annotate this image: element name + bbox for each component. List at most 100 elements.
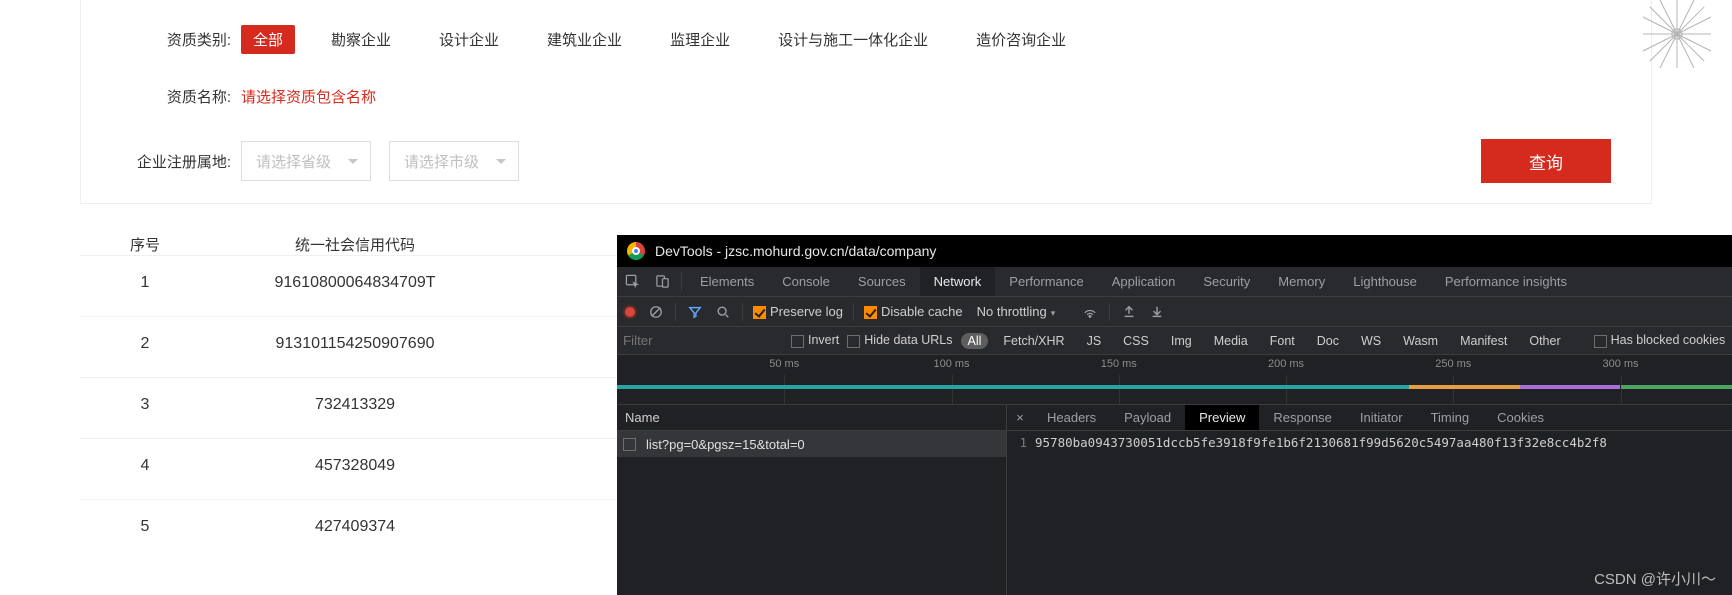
tab-sources[interactable]: Sources	[844, 267, 920, 296]
filter-type-all[interactable]: All	[961, 333, 989, 349]
filter-type-ws[interactable]: WS	[1354, 333, 1388, 349]
city-placeholder: 请选择市级	[404, 151, 479, 172]
province-select[interactable]: 请选择省级	[241, 141, 371, 181]
tab-lighthouse[interactable]: Lighthouse	[1339, 267, 1431, 296]
filter-type-img[interactable]: Img	[1164, 333, 1199, 349]
device-toggle-icon[interactable]	[647, 267, 677, 296]
qr-code-icon	[1627, 0, 1727, 68]
filter-type-fetchxhr[interactable]: Fetch/XHR	[996, 333, 1071, 349]
detail-tab-payload[interactable]: Payload	[1110, 405, 1185, 430]
clear-icon[interactable]	[647, 305, 665, 319]
detail-tabs: × Headers Payload Preview Response Initi…	[1007, 405, 1732, 431]
network-toolbar: Preserve log Disable cache No throttling	[617, 297, 1732, 327]
timeline-tick: 300 ms	[1602, 358, 1638, 370]
request-row[interactable]: list?pg=0&pgsz=15&total=0	[617, 431, 1006, 457]
filter-row-name: 资质名称: 请选择资质包含名称	[121, 86, 1631, 107]
cell-index: 1	[100, 274, 190, 298]
record-icon[interactable]	[623, 305, 637, 319]
close-detail-icon[interactable]: ×	[1007, 405, 1033, 430]
detail-tab-initiator[interactable]: Initiator	[1346, 405, 1417, 430]
cell-index: 4	[100, 457, 190, 481]
devtools-tabs: Elements Console Sources Network Perform…	[617, 267, 1732, 297]
filter-type-other[interactable]: Other	[1522, 333, 1567, 349]
filter-type-wasm[interactable]: Wasm	[1396, 333, 1445, 349]
region-label: 企业注册属地:	[121, 151, 231, 172]
search-button[interactable]: 查询	[1481, 139, 1611, 183]
request-checkbox[interactable]	[623, 438, 636, 451]
cell-code: 91610800064834709T	[190, 274, 520, 298]
name-value[interactable]: 请选择资质包含名称	[241, 86, 376, 107]
filter-type-font[interactable]: Font	[1263, 333, 1302, 349]
category-label: 资质类别:	[121, 29, 231, 50]
invert-label: Invert	[808, 333, 839, 347]
province-placeholder: 请选择省级	[256, 151, 331, 172]
filter-input[interactable]	[623, 331, 783, 350]
tab-performance-insights[interactable]: Performance insights	[1431, 267, 1581, 296]
tab-elements[interactable]: Elements	[686, 267, 768, 296]
filter-type-doc[interactable]: Doc	[1310, 333, 1346, 349]
filter-icon[interactable]	[686, 305, 704, 319]
cell-code: 457328049	[190, 457, 520, 481]
tab-performance[interactable]: Performance	[995, 267, 1097, 296]
request-list-header[interactable]: Name	[617, 405, 1006, 431]
tab-memory[interactable]: Memory	[1264, 267, 1339, 296]
cell-index: 2	[100, 335, 190, 359]
filter-row-region: 企业注册属地: 请选择省级 请选择市级 查询	[121, 139, 1631, 183]
cell-index: 5	[100, 518, 190, 542]
disable-cache-label: Disable cache	[881, 304, 963, 319]
devtools-panel: DevTools - jzsc.mohurd.gov.cn/data/compa…	[617, 235, 1732, 595]
detail-tab-preview[interactable]: Preview	[1185, 405, 1259, 430]
filter-type-js[interactable]: JS	[1080, 333, 1109, 349]
chrome-icon	[627, 242, 645, 260]
filter-panel: 资质类别: 全部 勘察企业 设计企业 建筑业企业 监理企业 设计与施工一体化企业…	[80, 0, 1652, 204]
category-survey[interactable]: 勘察企业	[319, 25, 403, 54]
filter-type-manifest[interactable]: Manifest	[1453, 333, 1514, 349]
timeline-tick: 50 ms	[769, 358, 799, 370]
tab-security[interactable]: Security	[1189, 267, 1264, 296]
timeline-bar	[617, 385, 1409, 389]
preview-text: 95780ba0943730051dccb5fe3918f9fe1b6f2130…	[1035, 435, 1607, 591]
hide-data-urls-label: Hide data URLs	[864, 333, 952, 347]
cell-code: 427409374	[190, 518, 520, 542]
devtools-titlebar[interactable]: DevTools - jzsc.mohurd.gov.cn/data/compa…	[617, 235, 1732, 267]
detail-tab-cookies[interactable]: Cookies	[1483, 405, 1558, 430]
invert-checkbox[interactable]: Invert	[791, 333, 839, 347]
preview-body[interactable]: 1 95780ba0943730051dccb5fe3918f9fe1b6f21…	[1007, 431, 1732, 595]
preserve-log-checkbox[interactable]: Preserve log	[753, 304, 843, 319]
timeline-bar	[1621, 385, 1732, 389]
cell-code: 732413329	[190, 396, 520, 420]
throttling-select[interactable]: No throttling	[973, 303, 1072, 320]
filter-type-css[interactable]: CSS	[1116, 333, 1156, 349]
disable-cache-checkbox[interactable]: Disable cache	[864, 304, 963, 319]
request-detail: × Headers Payload Preview Response Initi…	[1007, 405, 1732, 595]
category-integrated[interactable]: 设计与施工一体化企业	[766, 25, 940, 54]
category-supervision[interactable]: 监理企业	[658, 25, 742, 54]
timeline-tick: 250 ms	[1435, 358, 1471, 370]
category-all[interactable]: 全部	[241, 25, 295, 54]
devtools-title: DevTools - jzsc.mohurd.gov.cn/data/compa…	[655, 243, 936, 259]
detail-tab-headers[interactable]: Headers	[1033, 405, 1110, 430]
tab-application[interactable]: Application	[1098, 267, 1190, 296]
search-icon[interactable]	[714, 305, 732, 319]
timeline-tick: 100 ms	[933, 358, 969, 370]
network-timeline[interactable]: 50 ms 100 ms 150 ms 200 ms 250 ms 300 ms	[617, 355, 1732, 405]
network-conditions-icon[interactable]	[1081, 305, 1099, 319]
tab-console[interactable]: Console	[768, 267, 844, 296]
hide-data-urls-checkbox[interactable]: Hide data URLs	[847, 333, 952, 347]
detail-tab-response[interactable]: Response	[1259, 405, 1346, 430]
timeline-tick: 150 ms	[1101, 358, 1137, 370]
export-har-icon[interactable]	[1148, 305, 1166, 319]
request-name: list?pg=0&pgsz=15&total=0	[646, 437, 805, 452]
inspect-element-icon[interactable]	[617, 267, 647, 296]
timeline-bar	[1520, 385, 1620, 389]
category-design[interactable]: 设计企业	[427, 25, 511, 54]
category-construction[interactable]: 建筑业企业	[535, 25, 634, 54]
city-select[interactable]: 请选择市级	[389, 141, 519, 181]
import-har-icon[interactable]	[1120, 305, 1138, 319]
tab-network[interactable]: Network	[920, 267, 996, 296]
category-cost[interactable]: 造价咨询企业	[964, 25, 1078, 54]
has-blocked-cookies-checkbox[interactable]: Has blocked cookies	[1594, 333, 1726, 347]
cell-code: 913101154250907690	[190, 335, 520, 359]
filter-type-media[interactable]: Media	[1207, 333, 1255, 349]
detail-tab-timing[interactable]: Timing	[1417, 405, 1484, 430]
